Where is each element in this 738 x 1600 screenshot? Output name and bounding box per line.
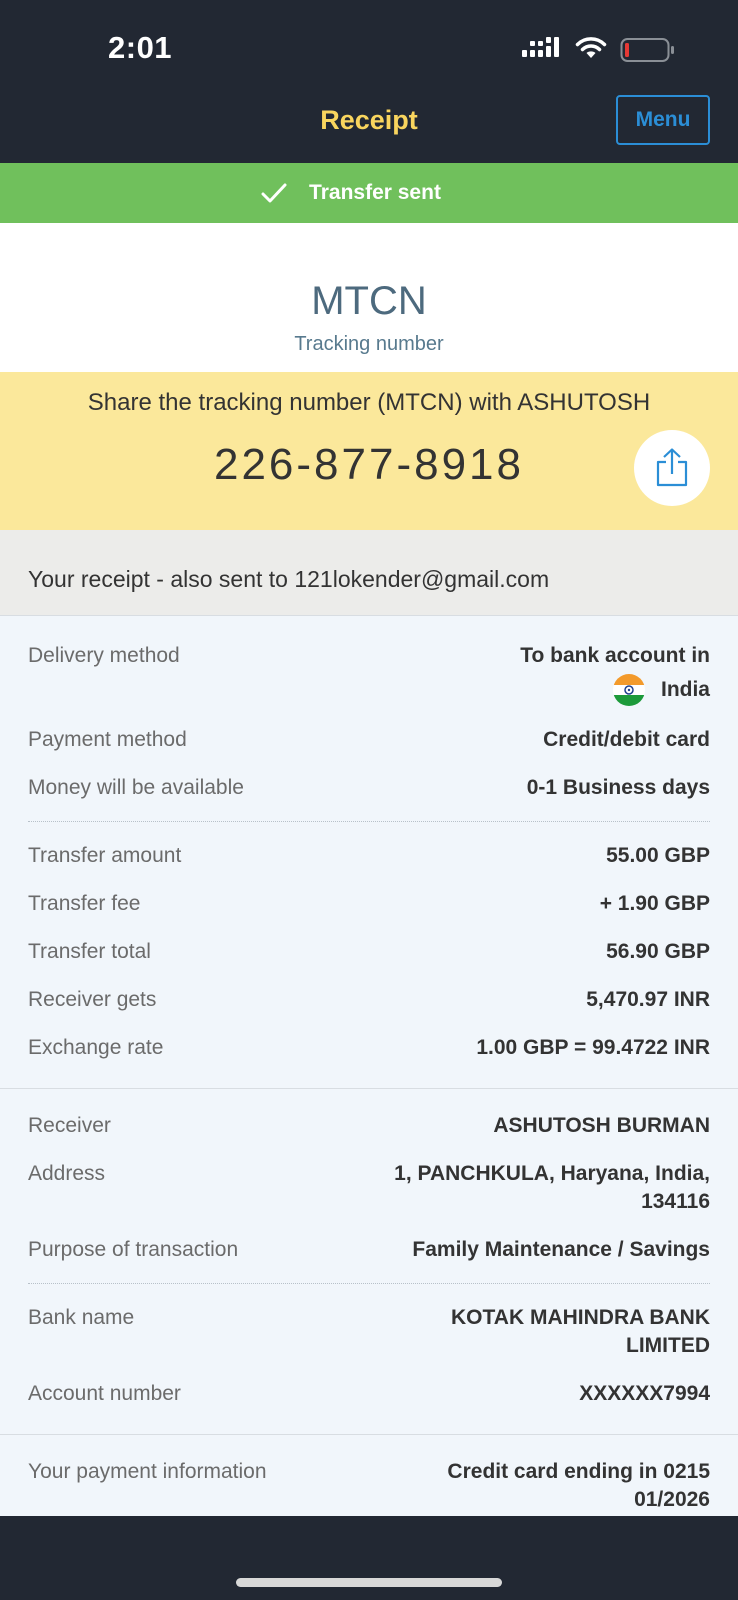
detail-value: ASHUTOSH BURMAN (493, 1114, 710, 1137)
share-panel: Share the tracking number (MTCN) with AS… (0, 372, 738, 530)
detail-value: + 1.90 GBP (599, 892, 710, 915)
detail-value: XXXXXX7994 (579, 1382, 710, 1405)
detail-value: Credit/debit card (543, 728, 710, 751)
detail-label: Exchange rate (28, 1036, 164, 1059)
detail-value: 55.00 GBP (606, 844, 710, 867)
divider (28, 1283, 710, 1284)
detail-label: Receiver gets (28, 988, 157, 1011)
detail-value: 5,470.97 INR (586, 988, 710, 1011)
check-icon (261, 183, 287, 203)
address-line2: 134116 (641, 1190, 710, 1213)
receipt-details: Delivery method To bank account in India (0, 616, 738, 1516)
signal-icon (522, 37, 559, 57)
home-indicator[interactable] (236, 1578, 502, 1587)
detail-value: KOTAK MAHINDRA BANK LIMITED (451, 1304, 710, 1360)
detail-label: Address (28, 1162, 106, 1185)
detail-value: 0-1 Business days (526, 776, 710, 799)
mtcn-subtitle: Tracking number (294, 333, 444, 355)
detail-label: Delivery method (28, 644, 180, 667)
detail-value: 1.00 GBP = 99.4722 INR (476, 1036, 710, 1059)
bank-name-line1: KOTAK MAHINDRA BANK (451, 1306, 710, 1329)
detail-value: 56.90 GBP (606, 940, 710, 963)
share-instruction: Share the tracking number (MTCN) with AS… (87, 389, 651, 416)
delivery-method-line1: To bank account in (520, 644, 710, 667)
status-time: 2:01 (108, 30, 173, 65)
receipt-email-text: Your receipt - also sent to 121lokender@… (28, 566, 550, 592)
address-line1: 1, PANCHKULA, Haryana, India, (394, 1162, 710, 1185)
banner-text: Transfer sent (309, 181, 441, 204)
delivery-method-line2: India (660, 678, 710, 701)
detail-row-delivery-method: Delivery method To bank account in India (28, 642, 710, 706)
payment-info-line1: Credit card ending in 0215 (447, 1460, 710, 1483)
nav-bar: Receipt Menu (0, 95, 738, 163)
home-area (0, 1516, 738, 1600)
detail-label: Payment method (28, 728, 187, 751)
battery-icon (620, 38, 674, 62)
detail-value: 1, PANCHKULA, Haryana, India, 134116 (394, 1160, 710, 1216)
section-divider (0, 1434, 738, 1435)
detail-value: Credit card ending in 0215 01/2026 (447, 1458, 710, 1514)
divider (28, 821, 710, 822)
receipt-email-bar: Your receipt - also sent to 121lokender@… (0, 530, 738, 616)
transfer-sent-banner: Transfer sent (0, 163, 738, 223)
detail-label: Your payment information (28, 1460, 267, 1483)
wifi-icon (575, 37, 607, 58)
india-flag-icon (612, 674, 645, 706)
detail-value: To bank account in India (520, 642, 710, 706)
detail-label: Purpose of transaction (28, 1238, 239, 1261)
detail-label: Bank name (28, 1306, 135, 1329)
mtcn-header: MTCN Tracking number (0, 223, 738, 372)
detail-label: Money will be available (28, 776, 244, 799)
payment-info-line2: 01/2026 (634, 1488, 710, 1511)
detail-label: Account number (28, 1382, 181, 1405)
status-bar: 2:01 (0, 0, 738, 95)
detail-label: Transfer amount (28, 844, 182, 867)
detail-label: Transfer total (28, 940, 151, 963)
share-icon (656, 448, 688, 487)
menu-button[interactable]: Menu (616, 95, 710, 145)
detail-value: Family Maintenance / Savings (412, 1238, 710, 1261)
tracking-number: 226-877-8918 (213, 440, 524, 489)
share-button[interactable] (634, 430, 710, 506)
section-divider (0, 1088, 738, 1089)
delivery-country: India (520, 674, 710, 706)
detail-label: Receiver (28, 1114, 111, 1137)
detail-label: Transfer fee (28, 892, 141, 915)
mtcn-title: MTCN (311, 279, 427, 323)
bank-name-line2: LIMITED (626, 1334, 710, 1357)
